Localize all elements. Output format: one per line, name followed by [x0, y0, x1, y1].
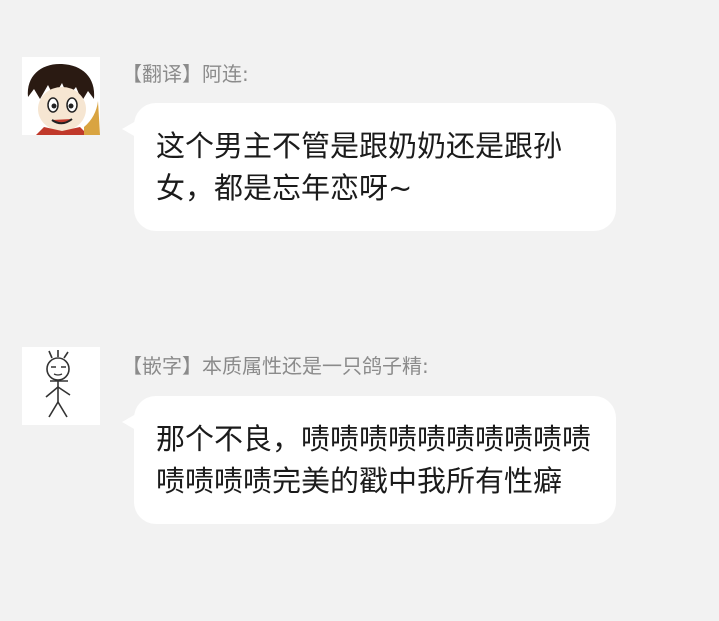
message-bubble[interactable]: 那个不良，啧啧啧啧啧啧啧啧啧啧啧啧啧啧完美的戳中我所有性癖 [122, 396, 616, 524]
chat-message: 【嵌字】本质属性还是一只鸽子精: 那个不良，啧啧啧啧啧啧啧啧啧啧啧啧啧啧完美的戳… [0, 0, 719, 621]
sender-name: 【嵌字】本质属性还是一只鸽子精: [122, 354, 429, 378]
doodle-figure-avatar-icon[interactable] [22, 347, 100, 425]
